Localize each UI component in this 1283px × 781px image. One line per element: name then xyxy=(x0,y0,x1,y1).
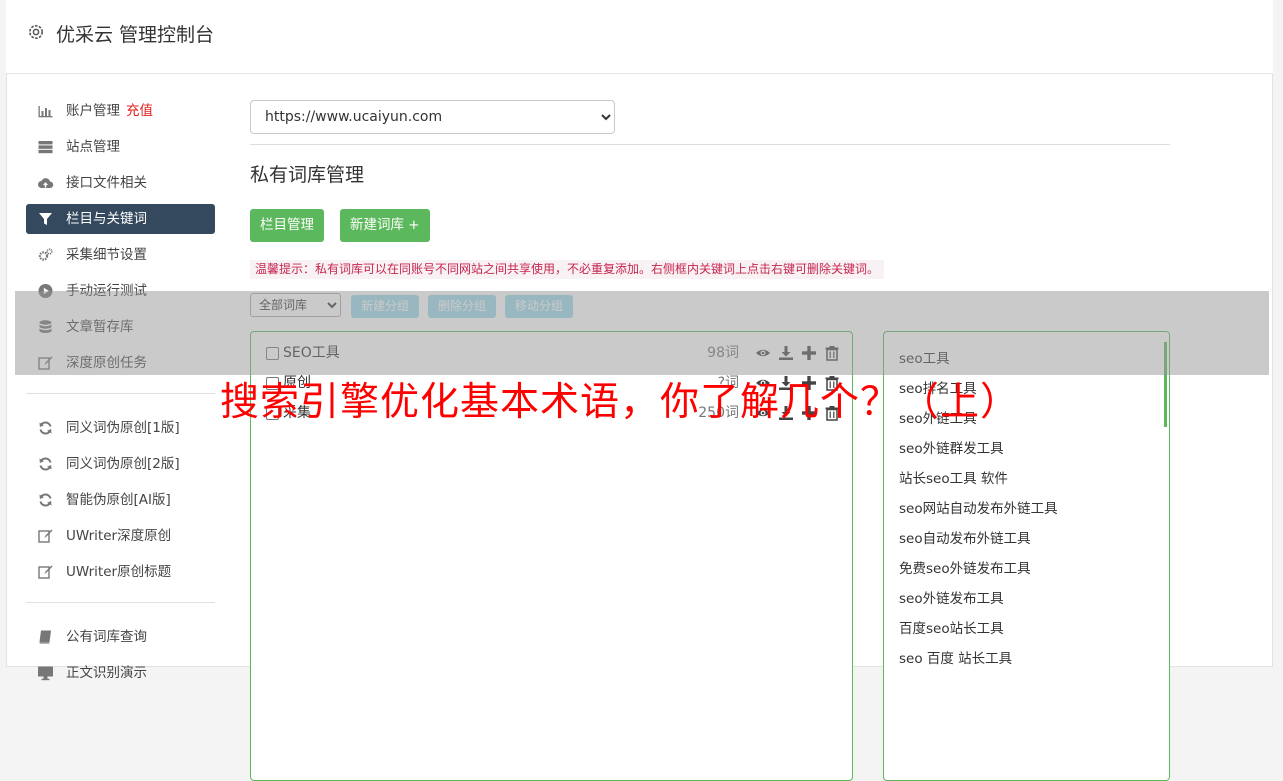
sidebar-divider xyxy=(26,602,215,603)
sidebar-item-uwriter-deep[interactable]: UWriter深度原创 xyxy=(26,521,215,551)
sidebar-item-label: UWriter原创标题 xyxy=(66,564,172,580)
keyword-item[interactable]: seo外链发布工具 xyxy=(899,587,1004,607)
new-lexicon-button[interactable]: 新建词库 + xyxy=(340,209,430,242)
sidebar-item-public-lexicon[interactable]: 公有词库查询 xyxy=(26,622,215,652)
sidebar-item-uwriter-title[interactable]: UWriter原创标题 xyxy=(26,557,215,587)
keyword-item[interactable]: 免费seo外链发布工具 xyxy=(899,557,1031,577)
edit-icon xyxy=(38,529,53,543)
refresh-icon xyxy=(39,457,52,471)
sidebar-item-api-files[interactable]: 接口文件相关 xyxy=(26,168,215,198)
tip-text: 温馨提示：私有词库可以在同账号不同网站之间共享使用，不必重复添加。右侧框内关键词… xyxy=(250,260,885,279)
filter-icon xyxy=(39,213,52,225)
sidebar-item-label: 同义词伪原创[2版] xyxy=(66,456,180,472)
cloud-upload-icon xyxy=(38,178,54,188)
site-select[interactable]: https://www.ucaiyun.com xyxy=(250,100,615,134)
sidebar-item-label: 同义词伪原创[1版] xyxy=(66,420,180,436)
header-bar: 优采云 管理控制台 xyxy=(6,0,1273,74)
sidebar-item-synonym-v2[interactable]: 同义词伪原创[2版] xyxy=(26,449,215,479)
column-manage-button[interactable]: 栏目管理 xyxy=(250,209,324,242)
sidebar-item-collect-settings[interactable]: 采集细节设置 xyxy=(26,240,215,270)
book-icon xyxy=(39,630,51,644)
sidebar-item-sites[interactable]: 站点管理 xyxy=(26,132,215,162)
sidebar-item-label: UWriter深度原创 xyxy=(66,528,172,544)
page-title: 私有词库管理 xyxy=(250,164,365,186)
sidebar-item-label: 栏目与关键词 xyxy=(66,211,147,227)
sidebar-item-label: 正文识别演示 xyxy=(66,665,147,681)
monitor-icon xyxy=(38,666,53,681)
sidebar-item-text-recognition[interactable]: 正文识别演示 xyxy=(26,658,215,688)
overlay-headline: 搜索引擎优化基本术语，你了解几个？（上） xyxy=(220,380,1021,425)
sidebar-item-ai-original[interactable]: 智能伪原创[AI版] xyxy=(26,485,215,515)
recharge-link[interactable]: 充值 xyxy=(126,103,153,119)
sidebar-item-label: 接口文件相关 xyxy=(66,175,147,191)
bar-chart-icon xyxy=(38,106,53,118)
keyword-item[interactable]: seo网站自动发布外链工具 xyxy=(899,497,1058,517)
cogs-icon xyxy=(38,248,53,261)
server-icon xyxy=(38,141,53,154)
sidebar-item-account[interactable]: 账户管理 充值 xyxy=(26,96,215,126)
keyword-item[interactable]: 百度seo站长工具 xyxy=(899,617,1004,637)
refresh-icon xyxy=(39,493,52,507)
sidebar-item-label: 站点管理 xyxy=(66,139,120,155)
overlay-band xyxy=(15,291,1269,375)
keyword-item[interactable]: seo 百度 站长工具 xyxy=(899,647,1012,667)
app-title: 优采云 管理控制台 xyxy=(56,24,215,46)
keyword-item[interactable]: seo外链群发工具 xyxy=(899,437,1004,457)
sidebar-item-label: 采集细节设置 xyxy=(66,247,147,263)
sidebar-divider xyxy=(26,393,215,394)
sidebar-item-label: 账户管理 xyxy=(66,103,120,119)
sidebar-item-columns-keywords[interactable]: 栏目与关键词 xyxy=(26,204,215,234)
edit-icon xyxy=(38,565,53,579)
sidebar-item-label: 智能伪原创[AI版] xyxy=(66,492,171,508)
divider xyxy=(250,144,1170,145)
sidebar-item-synonym-v1[interactable]: 同义词伪原创[1版] xyxy=(26,413,215,443)
refresh-icon xyxy=(39,421,52,435)
sidebar: 账户管理充值 站点管理 接口文件相关 栏目与关键词 采集细节设置 手动运行测试 … xyxy=(26,96,215,694)
keyword-item[interactable]: seo自动发布外链工具 xyxy=(899,527,1031,547)
sidebar-item-label: 公有词库查询 xyxy=(66,629,147,645)
gear-icon xyxy=(29,25,43,39)
keyword-item[interactable]: 站长seo工具 软件 xyxy=(899,467,1008,487)
